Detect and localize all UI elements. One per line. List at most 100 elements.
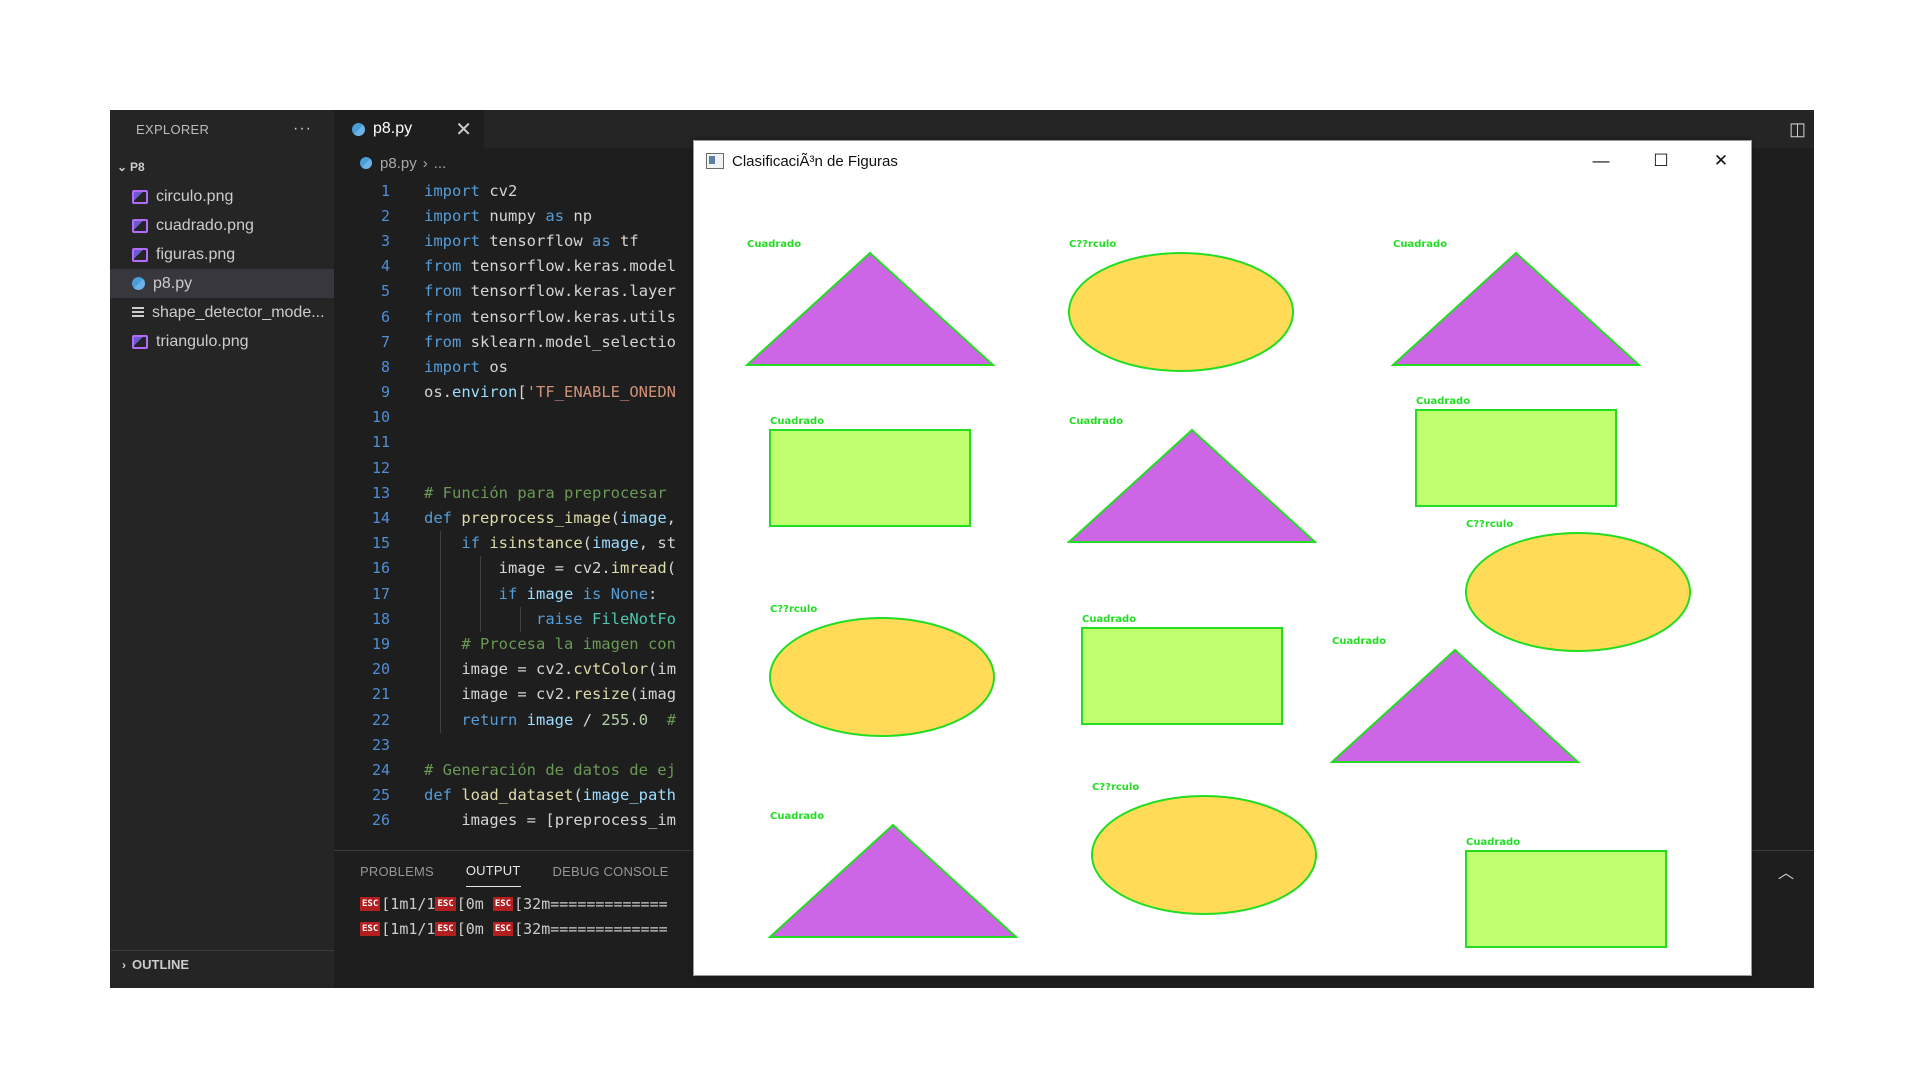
file-item[interactable]: cuadrado.png	[110, 211, 334, 240]
output-text: [1m1/1	[381, 919, 436, 938]
minimize-button[interactable]: —	[1571, 141, 1631, 181]
line-text: # Generación de datos de ej	[424, 760, 676, 779]
rectangle-shape	[1415, 409, 1617, 507]
shape-label: Cuadrado	[770, 811, 824, 822]
rectangle-shape	[1081, 627, 1283, 725]
chevron-right-icon: ›	[122, 957, 126, 972]
shape-label: Cuadrado	[747, 239, 801, 250]
breadcrumb-symbol[interactable]: ...	[434, 155, 447, 172]
explorer-header: EXPLORER ···	[110, 110, 334, 148]
file-label: circulo.png	[156, 187, 234, 205]
shape-label: Cuadrado	[1069, 416, 1123, 427]
line-text: image = cv2.imread(	[498, 559, 677, 578]
line-number: 21	[371, 685, 390, 704]
more-actions-icon[interactable]: ···	[293, 120, 312, 138]
maximize-button[interactable]: ☐	[1631, 141, 1691, 181]
line-text: image = cv2.cvtColor(im	[461, 660, 677, 679]
explorer-title: EXPLORER	[136, 121, 210, 137]
output-text: [1m1/1	[381, 894, 436, 913]
file-label: triangulo.png	[156, 332, 249, 350]
app-icon	[706, 153, 724, 169]
file-item[interactable]: shape_detector_mode...	[110, 298, 334, 327]
window-titlebar[interactable]: ClasificaciÃ³n de Figuras — ☐ ✕	[694, 141, 1751, 181]
window-controls: — ☐ ✕	[1571, 141, 1751, 181]
line-number: 16	[371, 559, 390, 578]
shape-label: C??rculo	[1466, 519, 1513, 530]
line-number: 14	[371, 509, 390, 528]
line-text: import numpy as np	[424, 206, 593, 225]
line-number: 6	[380, 307, 390, 326]
panel-tab[interactable]: PROBLEMS	[360, 856, 434, 887]
outline-label: OUTLINE	[132, 957, 190, 972]
line-text: raise FileNotFo	[535, 609, 676, 628]
indent-guide	[520, 607, 521, 632]
close-icon[interactable]: ✕	[455, 117, 472, 142]
python-file-icon	[352, 122, 365, 136]
line-number: 3	[380, 231, 390, 250]
escape-char-badge: ESC	[435, 896, 456, 911]
line-text: from tensorflow.keras.layer	[424, 282, 677, 301]
file-item[interactable]: p8.py	[110, 269, 334, 298]
tab-p8-py[interactable]: p8.py ✕	[334, 110, 484, 148]
line-number: 5	[380, 282, 390, 301]
ellipse-shape	[1091, 795, 1317, 915]
close-button[interactable]: ✕	[1691, 141, 1751, 181]
triangle-shape	[1329, 648, 1581, 763]
chevron-up-icon[interactable]: ︿	[1778, 859, 1794, 883]
file-tree: circulo.png cuadrado.png figuras.png p8.py s…	[110, 182, 334, 356]
breadcrumb-file[interactable]: p8.py	[380, 155, 417, 172]
python-file-icon	[360, 157, 372, 169]
line-text: images = [preprocess_im	[461, 811, 677, 830]
triangle-shape	[1066, 428, 1318, 543]
window-title: ClasificaciÃ³n de Figuras	[732, 152, 898, 170]
image-file-icon	[132, 218, 148, 233]
panel-tab[interactable]: DEBUG CONSOLE	[553, 856, 669, 887]
split-editor-icon[interactable]: ◫	[1789, 119, 1806, 140]
tab-label: p8.py	[373, 120, 413, 137]
line-number: 2	[380, 206, 390, 225]
ellipse-shape	[769, 617, 995, 737]
line-text: from tensorflow.keras.utils	[424, 307, 677, 326]
escape-char-badge: ESC	[435, 921, 456, 936]
line-text: def preprocess_image(image,	[424, 509, 677, 528]
line-number: 24	[371, 760, 390, 779]
line-number: 19	[371, 634, 390, 653]
line-text: return image / 255.0 #	[461, 710, 677, 729]
file-label: figuras.png	[156, 245, 236, 263]
folder-p8[interactable]: ⌄ P8	[110, 152, 334, 182]
file-item[interactable]: circulo.png	[110, 182, 334, 211]
opencv-window: ClasificaciÃ³n de Figuras — ☐ ✕ Cuadrado…	[693, 140, 1752, 976]
outline-section[interactable]: › OUTLINE	[110, 950, 334, 978]
image-file-icon	[132, 189, 148, 204]
output-text: [0m	[456, 894, 493, 913]
file-label: shape_detector_mode...	[152, 303, 325, 321]
rectangle-shape	[1465, 850, 1667, 948]
image-file-icon	[132, 247, 148, 262]
shape-label: Cuadrado	[1416, 396, 1470, 407]
line-number: 22	[371, 710, 390, 729]
line-number: 23	[371, 735, 390, 754]
shape-label: Cuadrado	[1466, 837, 1520, 848]
panel-tab[interactable]: OUTPUT	[465, 855, 521, 887]
file-item[interactable]: figuras.png	[110, 240, 334, 269]
line-text: import cv2	[424, 181, 518, 200]
output-text: [0m	[456, 919, 493, 938]
breadcrumb-separator: ›	[422, 154, 428, 172]
file-label: p8.py	[153, 274, 193, 292]
ellipse-shape	[1068, 252, 1294, 372]
line-number: 20	[371, 660, 390, 679]
line-text: os.environ['TF_ENABLE_ONEDN	[424, 383, 676, 402]
line-text: import tensorflow as tf	[424, 231, 639, 250]
file-item[interactable]: triangulo.png	[110, 327, 334, 356]
line-number: 10	[371, 408, 390, 427]
image-file-icon	[132, 334, 148, 349]
shape-label: Cuadrado	[1332, 636, 1386, 647]
line-number: 4	[380, 257, 390, 276]
line-number: 15	[371, 534, 390, 553]
shape-label: Cuadrado	[1082, 614, 1136, 625]
folder-label: P8	[130, 160, 145, 174]
triangle-shape	[1390, 251, 1642, 366]
line-number: 17	[371, 584, 390, 603]
python-file-icon	[132, 277, 145, 290]
chevron-down-icon: ⌄	[116, 160, 128, 174]
